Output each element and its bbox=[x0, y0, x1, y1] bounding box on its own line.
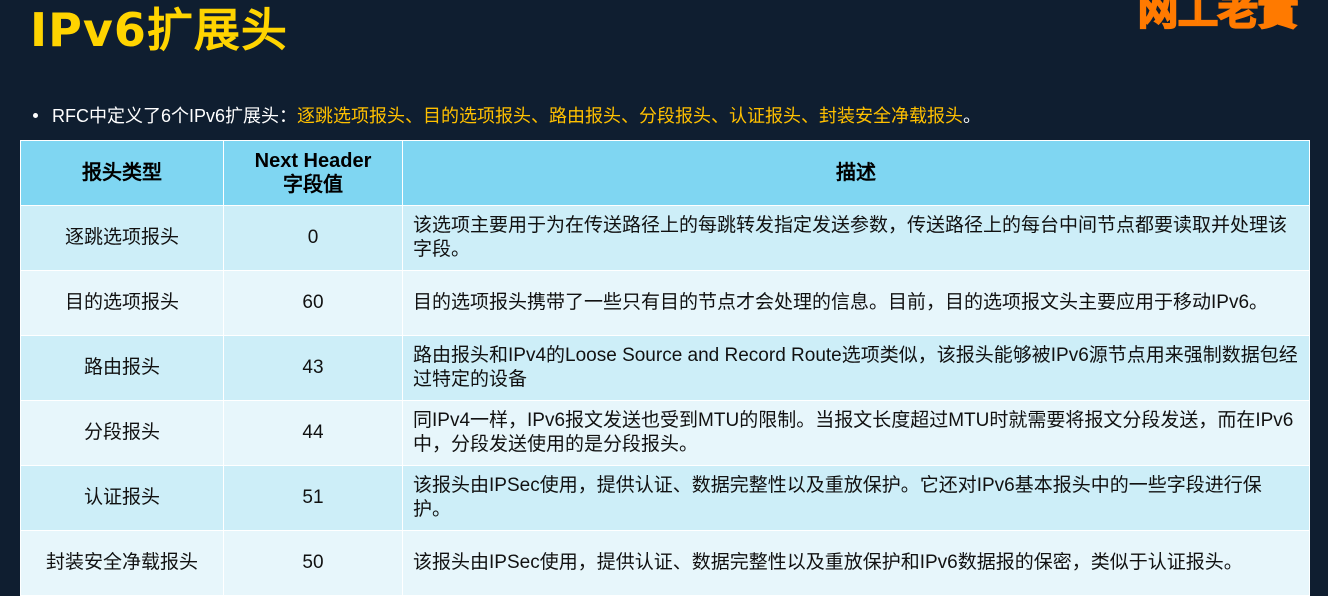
header-next-header-line2: 字段值 bbox=[283, 174, 343, 196]
cell-type: 目的选项报头 bbox=[20, 270, 224, 336]
page-title: IPv6扩展头 bbox=[30, 3, 288, 57]
intro-highlight: 逐跳选项报头、目的选项报头、路由报头、分段报头、认证报头、封装安全净载报头 bbox=[297, 106, 964, 126]
header-next-header: Next Header 字段值 bbox=[223, 140, 403, 206]
header-type: 报头类型 bbox=[20, 140, 224, 206]
cell-type: 逐跳选项报头 bbox=[20, 205, 224, 271]
header-next-header-line1: Next Header bbox=[254, 150, 372, 172]
cell-value: 51 bbox=[223, 465, 403, 531]
cell-desc: 该报头由IPSec使用，提供认证、数据完整性以及重放保护。它还对IPv6基本报头… bbox=[402, 465, 1310, 531]
cell-type: 分段报头 bbox=[20, 400, 224, 466]
table-row: 路由报头 43 路由报头和IPv4的Loose Source and Recor… bbox=[20, 335, 1310, 401]
cell-desc: 该选项主要用于为在传送路径上的每跳转发指定发送参数，传送路径上的每台中间节点都要… bbox=[402, 205, 1310, 271]
corner-logo: 网工老實 bbox=[1138, 0, 1299, 35]
table-row: 逐跳选项报头 0 该选项主要用于为在传送路径上的每跳转发指定发送参数，传送路径上… bbox=[20, 205, 1310, 271]
intro-prefix: RFC中定义了6个IPv6扩展头： bbox=[52, 106, 298, 126]
bullet-dot-icon bbox=[33, 112, 38, 118]
cell-desc: 目的选项报头携带了一些只有目的节点才会处理的信息。目前，目的选项报文头主要应用于… bbox=[402, 270, 1310, 336]
cell-value: 60 bbox=[223, 270, 403, 336]
header-desc: 描述 bbox=[402, 140, 1310, 206]
cell-desc: 该报头由IPSec使用，提供认证、数据完整性以及重放保护和IPv6数据报的保密，… bbox=[402, 530, 1310, 596]
intro-bullet: RFC中定义了6个IPv6扩展头：逐跳选项报头、目的选项报头、路由报头、分段报头… bbox=[33, 104, 981, 128]
cell-type: 封装安全净载报头 bbox=[20, 530, 224, 596]
cell-value: 43 bbox=[223, 335, 403, 401]
cell-type: 路由报头 bbox=[20, 335, 224, 401]
cell-value: 50 bbox=[223, 530, 403, 596]
extension-header-table: 报头类型 Next Header 字段值 描述 逐跳选项报头 0 该选项主要用于为… bbox=[20, 140, 1310, 596]
table-row: 目的选项报头 60 目的选项报头携带了一些只有目的节点才会处理的信息。目前，目的… bbox=[20, 270, 1310, 336]
cell-desc: 同IPv4一样，IPv6报文发送也受到MTU的限制。当报文长度超过MTU时就需要… bbox=[402, 400, 1310, 466]
table-row: 封装安全净载报头 50 该报头由IPSec使用，提供认证、数据完整性以及重放保护… bbox=[20, 530, 1310, 596]
cell-value: 44 bbox=[223, 400, 403, 466]
cell-type: 认证报头 bbox=[20, 465, 224, 531]
table-row: 认证报头 51 该报头由IPSec使用，提供认证、数据完整性以及重放保护。它还对… bbox=[20, 465, 1310, 531]
table-header-row: 报头类型 Next Header 字段值 描述 bbox=[20, 140, 1310, 206]
intro-suffix: 。 bbox=[963, 106, 982, 126]
table-row: 分段报头 44 同IPv4一样，IPv6报文发送也受到MTU的限制。当报文长度超… bbox=[20, 400, 1310, 466]
cell-desc: 路由报头和IPv4的Loose Source and Record Route选… bbox=[402, 335, 1310, 401]
cell-value: 0 bbox=[223, 205, 403, 271]
